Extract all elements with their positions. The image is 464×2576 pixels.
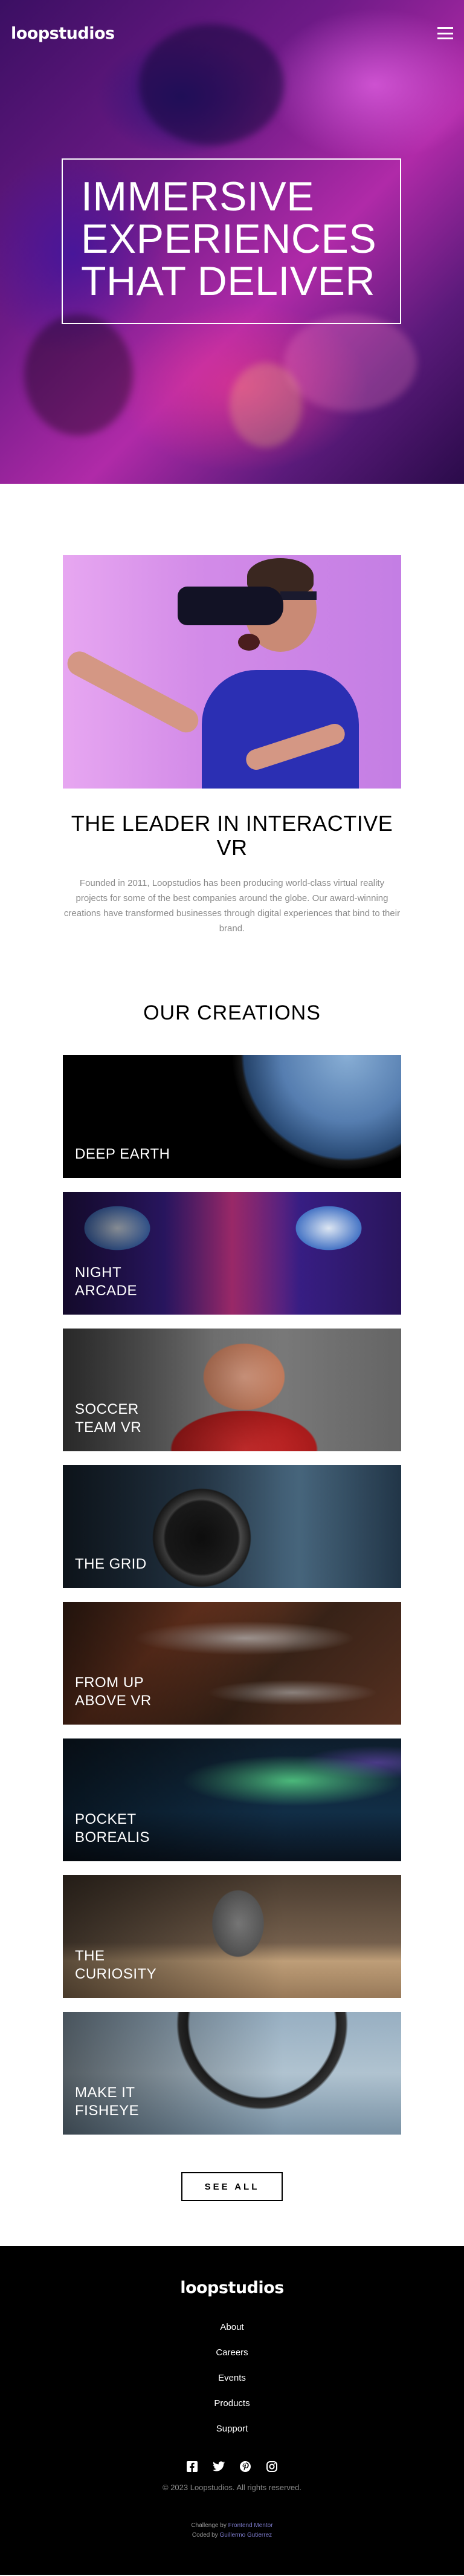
see-all-container: SEE ALL xyxy=(0,2135,464,2246)
coder-link[interactable]: Guillermo Gutierrez xyxy=(219,2532,272,2539)
creations-title: OUR CREATIONS xyxy=(143,1001,321,1024)
footer-navigation: About Careers Events Products Support xyxy=(0,2321,464,2435)
coded-prefix: Coded by xyxy=(192,2532,220,2539)
creations-section: OUR CREATIONS DEEP EARTH NIGHT ARCADE SO… xyxy=(0,936,464,2246)
hero-background-shape xyxy=(24,314,133,435)
hamburger-line xyxy=(437,27,453,29)
image-mouth xyxy=(238,634,260,651)
hero-section: loopstudios IMMERSIVE EXPERIENCES THAT D… xyxy=(0,0,464,484)
site-logo[interactable]: loopstudios xyxy=(11,24,115,43)
footer-link-support[interactable]: Support xyxy=(216,2423,248,2435)
site-footer: loopstudios About Careers Events Product… xyxy=(0,2246,464,2575)
footer-link-products[interactable]: Products xyxy=(214,2398,250,2409)
footer-link-about[interactable]: About xyxy=(220,2321,243,2333)
creation-card-title: FROM UP ABOVE VR xyxy=(75,1674,152,1709)
intro-description: Founded in 2011, Loopstudios has been pr… xyxy=(63,878,401,934)
top-navigation: loopstudios xyxy=(0,0,464,67)
image-vr-headset xyxy=(178,587,283,625)
creation-card-title: SOCCER TEAM VR xyxy=(75,1401,142,1436)
facebook-icon[interactable] xyxy=(185,2460,199,2473)
hamburger-line xyxy=(437,37,453,39)
hero-background-shape xyxy=(284,314,417,411)
creations-list: DEEP EARTH NIGHT ARCADE SOCCER TEAM VR T… xyxy=(0,1055,464,2135)
footer-logo[interactable]: loopstudios xyxy=(0,2278,464,2297)
vr-person-image xyxy=(63,555,401,789)
image-arm xyxy=(63,647,203,737)
coder-attribution: Coded by Guillermo Gutierrez xyxy=(0,2531,464,2540)
creation-card-soccer-team-vr[interactable]: SOCCER TEAM VR xyxy=(63,1329,401,1451)
creation-card-make-it-fisheye[interactable]: MAKE IT FISHEYE xyxy=(63,2012,401,2135)
hamburger-line xyxy=(437,32,453,34)
pinterest-icon[interactable] xyxy=(239,2460,252,2473)
footer-link-events[interactable]: Events xyxy=(218,2372,246,2384)
hero-title-box: IMMERSIVE EXPERIENCES THAT DELIVER xyxy=(62,158,401,324)
footer-link-careers[interactable]: Careers xyxy=(216,2347,248,2358)
creation-card-title: POCKET BOREALIS xyxy=(75,1811,150,1846)
twitter-icon[interactable] xyxy=(212,2460,225,2473)
creation-card-title: NIGHT ARCADE xyxy=(75,1264,138,1299)
hamburger-menu-icon[interactable] xyxy=(437,27,453,39)
see-all-button[interactable]: SEE ALL xyxy=(181,2172,283,2201)
frontend-mentor-link[interactable]: Frontend Mentor xyxy=(228,2522,273,2529)
instagram-icon[interactable] xyxy=(265,2460,279,2473)
intro-title: THE LEADER IN INTERACTIVE VR xyxy=(71,811,393,860)
copyright-text: © 2023 Loopstudios. All rights reserved. xyxy=(163,2483,301,2492)
intro-section: THE LEADER IN INTERACTIVE VR Founded in … xyxy=(0,484,464,936)
hero-background-shape xyxy=(230,363,302,447)
creation-card-from-up-above-vr[interactable]: FROM UP ABOVE VR xyxy=(63,1602,401,1725)
creation-card-title: MAKE IT FISHEYE xyxy=(75,2084,140,2119)
creation-card-pocket-borealis[interactable]: POCKET BOREALIS xyxy=(63,1738,401,1861)
social-links xyxy=(0,2460,464,2473)
hero-title: IMMERSIVE EXPERIENCES THAT DELIVER xyxy=(81,174,377,304)
image-vr-strap xyxy=(280,591,317,600)
creation-card-the-grid[interactable]: THE GRID xyxy=(63,1465,401,1588)
creation-card-the-curiosity[interactable]: THE CURIOSITY xyxy=(63,1875,401,1998)
creation-card-deep-earth[interactable]: DEEP EARTH xyxy=(63,1055,401,1178)
attribution: Challenge by Frontend Mentor Coded by Gu… xyxy=(0,2521,464,2540)
challenge-attribution: Challenge by Frontend Mentor xyxy=(0,2521,464,2531)
creation-card-title: DEEP EARTH xyxy=(75,1146,170,1162)
creation-card-title: THE GRID xyxy=(75,1556,147,1572)
challenge-prefix: Challenge by xyxy=(191,2522,228,2529)
creation-card-night-arcade[interactable]: NIGHT ARCADE xyxy=(63,1192,401,1315)
creation-card-title: THE CURIOSITY xyxy=(75,1948,157,1982)
